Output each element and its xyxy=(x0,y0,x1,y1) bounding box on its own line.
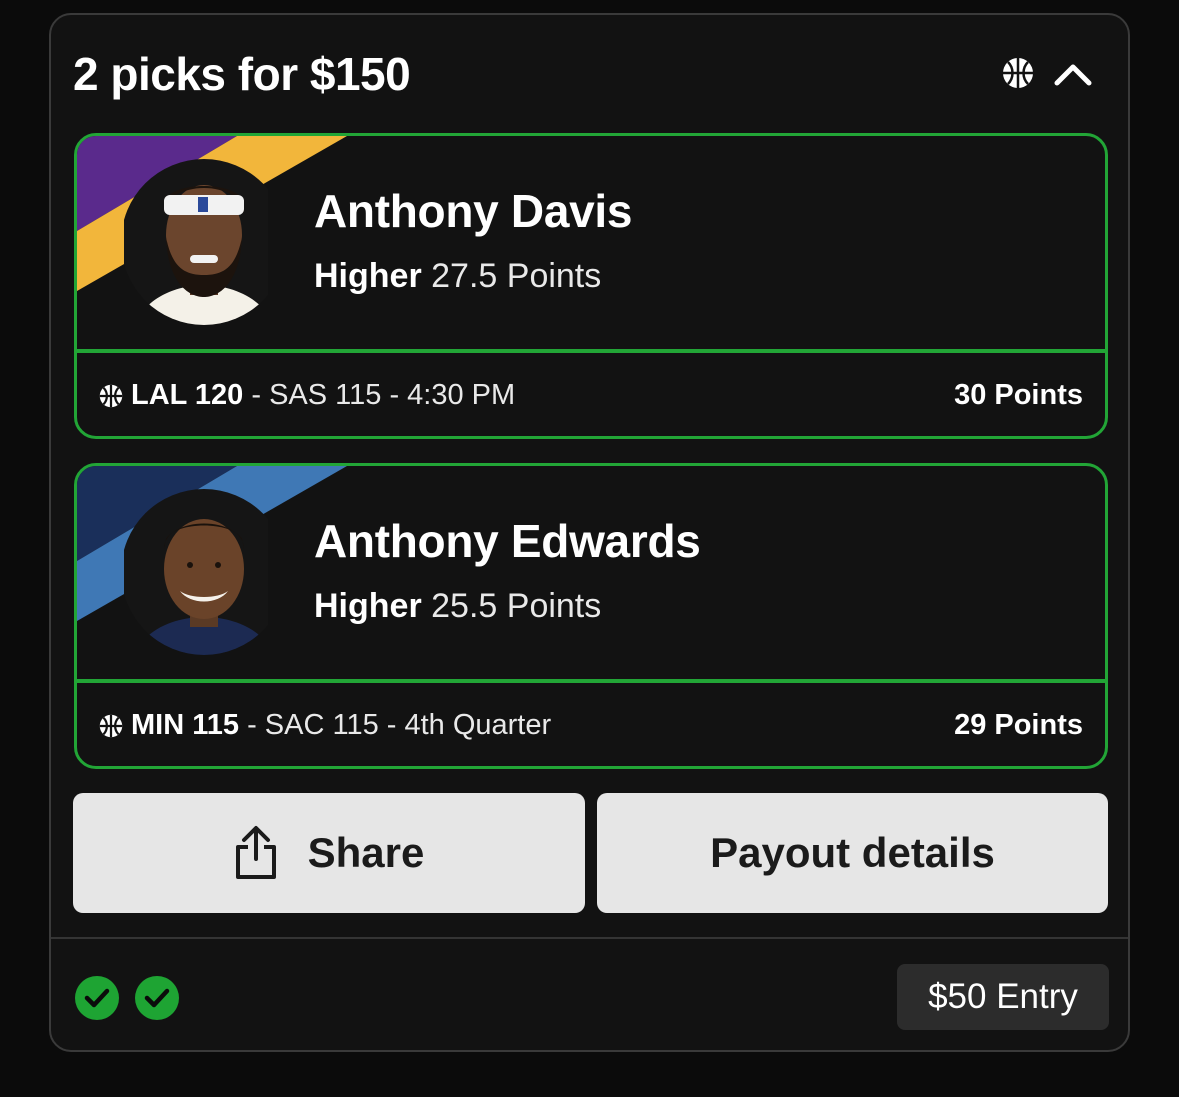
check-icon xyxy=(75,976,119,1020)
player-name: Anthony Davis xyxy=(314,185,633,237)
game-info: MIN 115 - SAC 115 - 4th Quarter xyxy=(99,709,551,742)
game-details: - SAS 115 - 4:30 PM xyxy=(251,379,516,411)
payout-label: Payout details xyxy=(710,829,995,876)
pick-stat: 25.5 Points xyxy=(431,587,602,625)
check-icon xyxy=(135,976,179,1020)
entry-badge: $50 Entry xyxy=(897,964,1109,1030)
pick-line: Higher 25.5 Points xyxy=(314,587,601,626)
pick-header: Anthony Edwards Higher 25.5 Points xyxy=(77,466,1105,682)
pick-header: Anthony Davis Higher 27.5 Points xyxy=(77,136,1105,352)
player-avatar xyxy=(124,159,268,325)
pick-direction: Higher xyxy=(314,587,422,625)
game-team-score: LAL 120 xyxy=(131,379,244,411)
pick-result: 30 Points xyxy=(954,379,1083,411)
pick-line: Higher 27.5 Points xyxy=(314,257,601,296)
pick-stat: 27.5 Points xyxy=(431,257,602,295)
divider xyxy=(77,679,1105,683)
share-button[interactable]: Share xyxy=(73,793,585,913)
basketball-icon xyxy=(99,384,123,407)
entry-card: 2 picks for $150 Anthony Davis Higher 27… xyxy=(49,13,1130,1052)
pick-card[interactable]: Anthony Davis Higher 27.5 Points LAL 120… xyxy=(74,133,1108,439)
game-details: - SAC 115 - 4th Quarter xyxy=(247,709,552,741)
share-icon xyxy=(235,826,276,879)
chevron-up-icon[interactable] xyxy=(1053,57,1093,89)
basketball-icon xyxy=(1003,58,1033,88)
share-label: Share xyxy=(307,829,425,876)
divider xyxy=(77,349,1105,353)
player-name: Anthony Edwards xyxy=(314,515,701,567)
footer-divider xyxy=(51,937,1128,939)
player-avatar xyxy=(124,489,268,655)
entry-title: 2 picks for $150 xyxy=(73,48,411,100)
pick-result: 29 Points xyxy=(954,709,1083,741)
game-info: LAL 120 - SAS 115 - 4:30 PM xyxy=(99,379,515,412)
basketball-icon xyxy=(99,714,123,737)
game-team-score: MIN 115 xyxy=(131,709,239,741)
pick-card[interactable]: Anthony Edwards Higher 25.5 Points MIN 1… xyxy=(74,463,1108,769)
payout-details-button[interactable]: Payout details xyxy=(597,793,1108,913)
pick-direction: Higher xyxy=(314,257,422,295)
